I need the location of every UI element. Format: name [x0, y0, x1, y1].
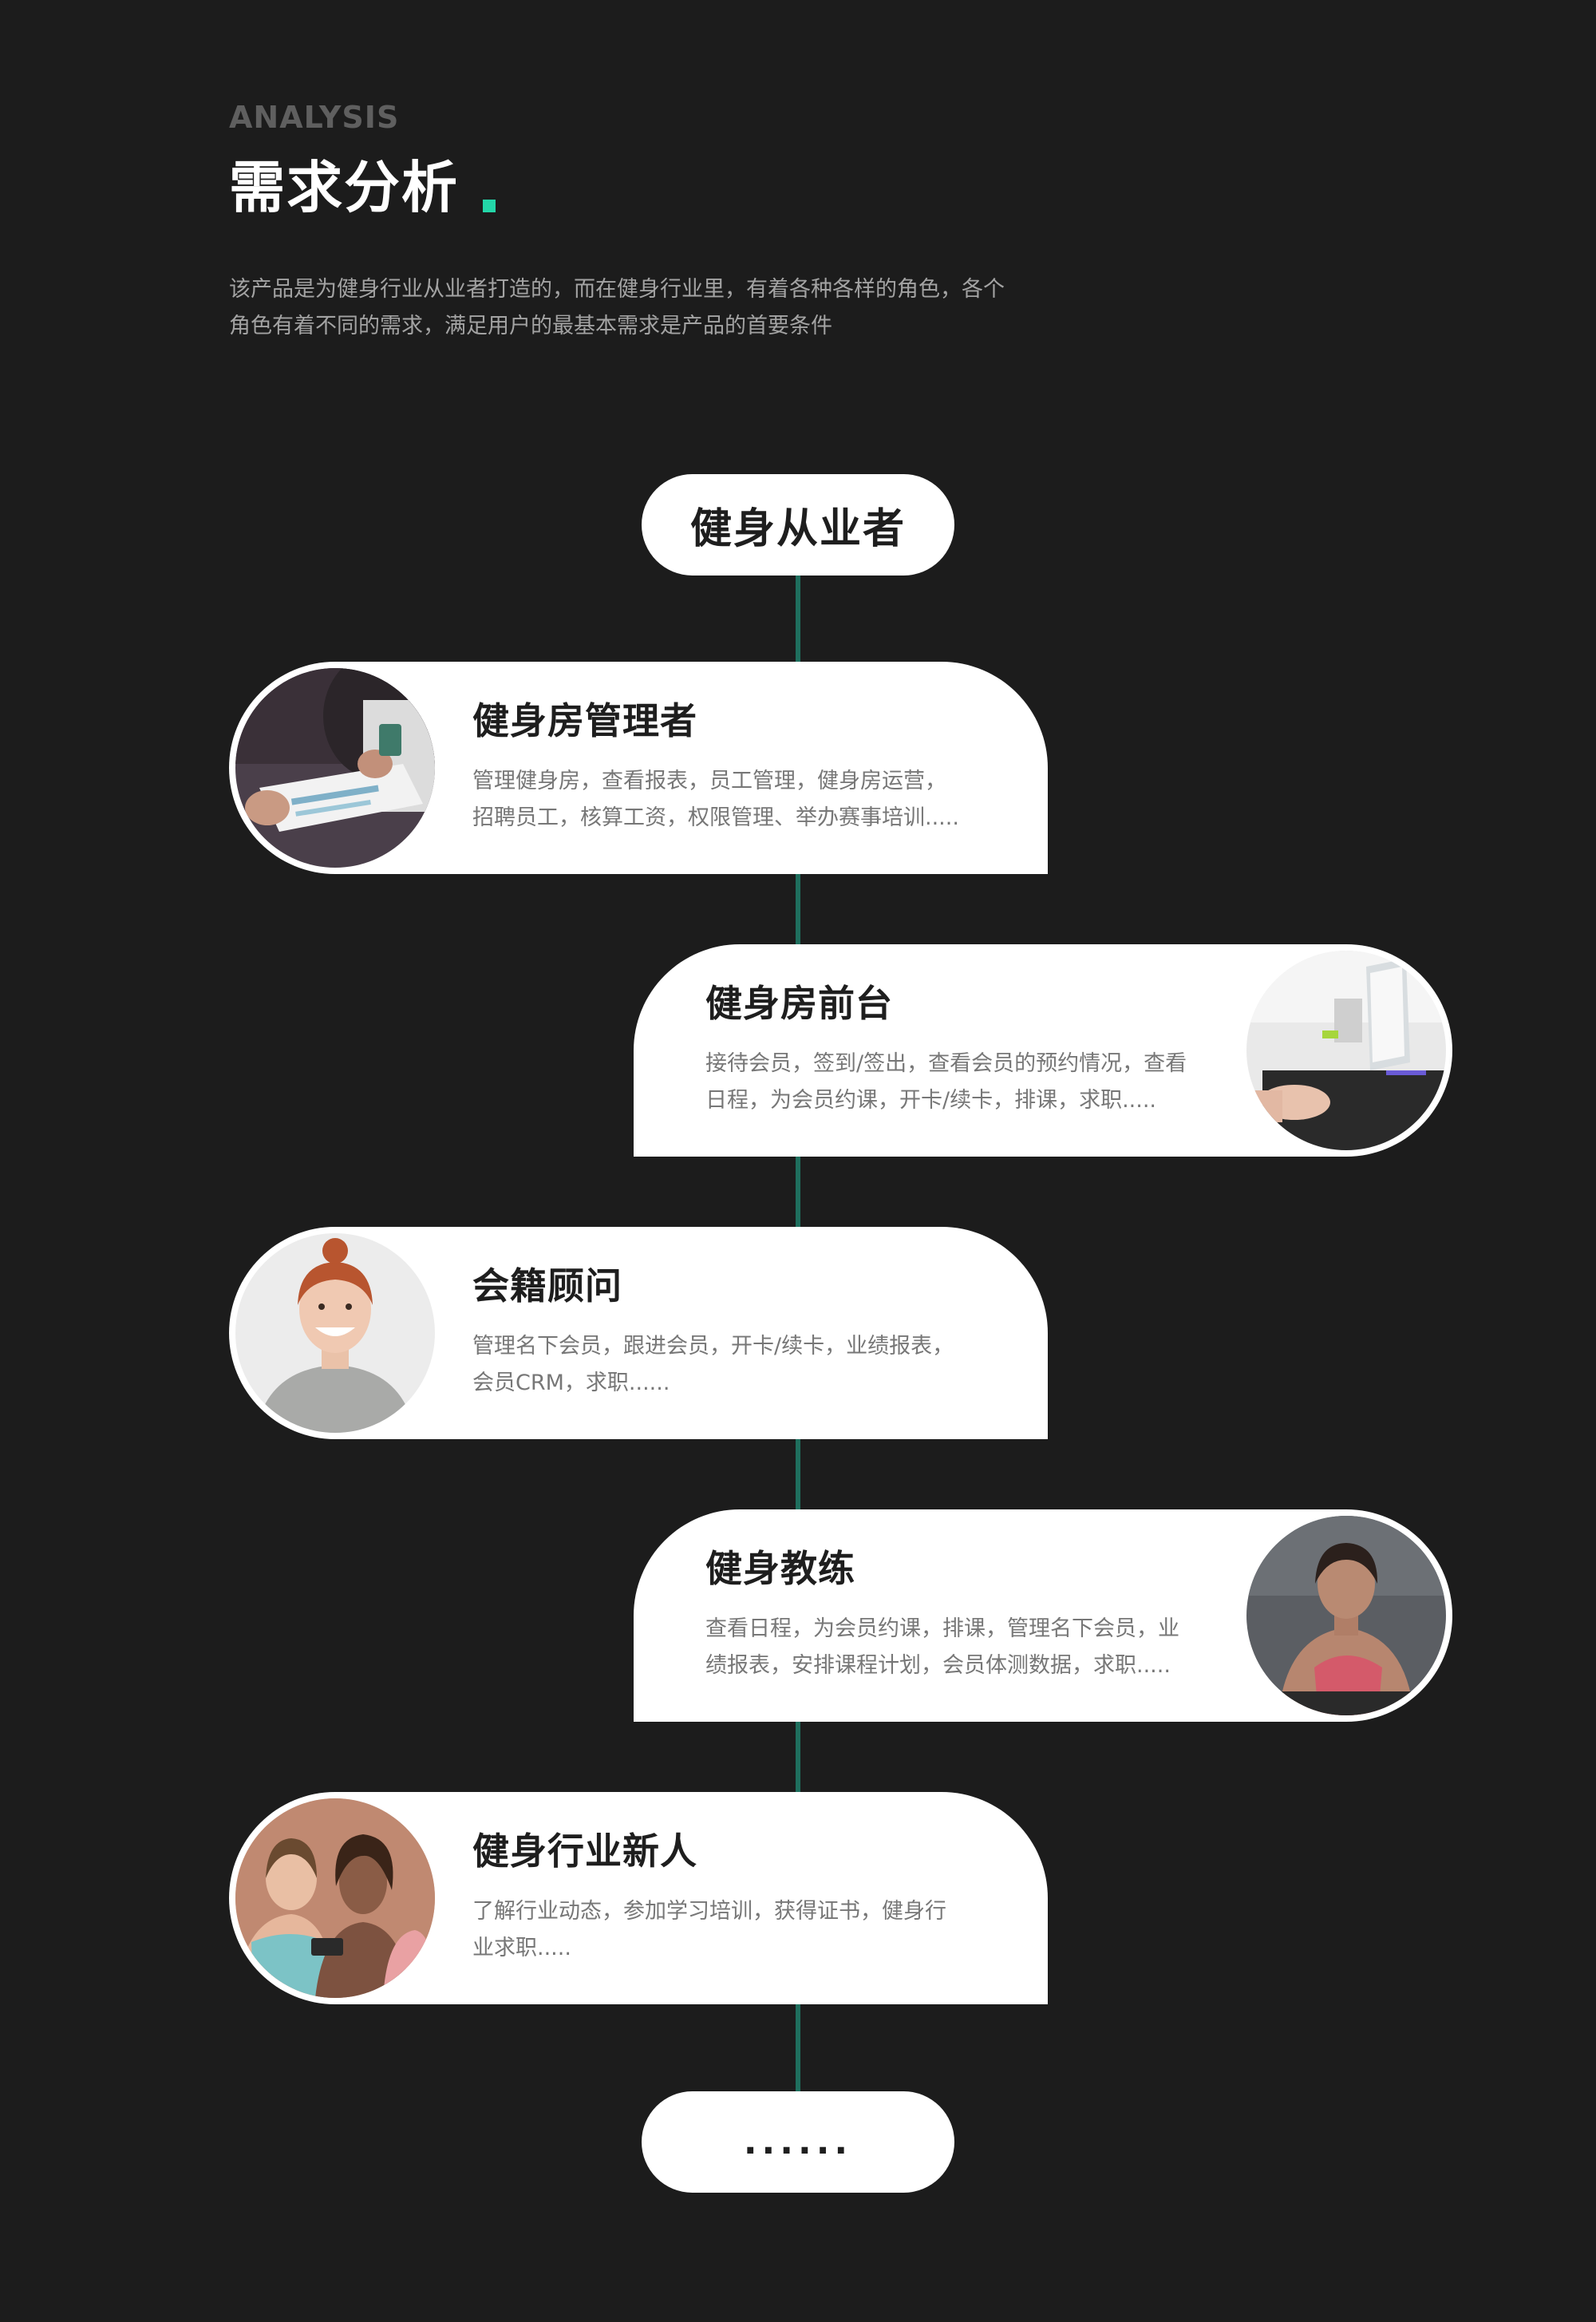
role-title: 会籍顾问: [472, 1264, 622, 1307]
role-text: 健身房管理者 管理健身房，查看报表，员工管理，健身房运营， 招聘员工，核算工资，…: [472, 700, 983, 837]
role-description-line: 招聘员工，核算工资，权限管理、举办赛事培训.....: [472, 805, 959, 830]
role-description-line: 接待会员，签到/签出，查看会员的预约情况，查看: [705, 1050, 1187, 1076]
role-text: 健身房前台 接待会员，签到/签出，查看会员的预约情况，查看 日程，为会员约课，开…: [705, 983, 1216, 1119]
membership-consultant-photo: [235, 1233, 435, 1433]
role-card-front-desk: 健身房前台 接待会员，签到/签出，查看会员的预约情况，查看 日程，为会员约课，开…: [634, 944, 1452, 1157]
role-text: 健身行业新人 了解行业动态，参加学习培训，获得证书，健身行 业求职.....: [472, 1830, 983, 1967]
page-title: 需求分析: [229, 155, 459, 220]
role-text: 会籍顾问 管理名下会员，跟进会员，开卡/续卡，业绩报表， 会员CRM，求职...…: [472, 1265, 983, 1402]
role-description: 接待会员，签到/签出，查看会员的预约情况，查看 日程，为会员约课，开卡/续卡，排…: [705, 1046, 1216, 1119]
role-description-line: 管理健身房，查看报表，员工管理，健身房运营，: [472, 768, 946, 793]
role-card-fitness-trainer: 健身教练 查看日程，为会员约课，排课，管理名下会员，业 绩报表，安排课程计划，会…: [634, 1509, 1452, 1722]
role-card-membership-consultant: 会籍顾问 管理名下会员，跟进会员，开卡/续卡，业绩报表， 会员CRM，求职...…: [229, 1227, 1048, 1439]
role-text: 健身教练 查看日程，为会员约课，排课，管理名下会员，业 绩报表，安排课程计划，会…: [705, 1548, 1216, 1684]
gym-manager-photo: [235, 668, 435, 868]
role-description-line: 管理名下会员，跟进会员，开卡/续卡，业绩报表，: [472, 1333, 954, 1359]
role-title: 健身教练: [705, 1547, 855, 1590]
role-description-line: 日程，为会员约课，开卡/续卡，排课，求职.....: [705, 1087, 1157, 1113]
eyebrow-label: ANALYSIS: [229, 100, 400, 135]
intro-line: 该产品是为健身行业从业者打造的，而在健身行业里，有着各种各样的角色，各个: [229, 277, 1005, 302]
role-description: 管理名下会员，跟进会员，开卡/续卡，业绩报表， 会员CRM，求职......: [472, 1328, 983, 1402]
role-description: 查看日程，为会员约课，排课，管理名下会员，业 绩报表，安排课程计划，会员体测数据…: [705, 1611, 1216, 1684]
role-description-line: 了解行业动态，参加学习培训，获得证书，健身行: [472, 1898, 946, 1924]
role-description-line: 业求职.....: [472, 1935, 571, 1960]
industry-newcomer-photo: [235, 1798, 435, 1998]
role-description-line: 会员CRM，求职......: [472, 1370, 670, 1395]
intro-line: 角色有着不同的需求，满足用户的最基本需求是产品的首要条件: [229, 314, 832, 338]
page-title-row: 需求分析: [229, 160, 496, 216]
fitness-trainer-photo: [1246, 1516, 1446, 1715]
role-description: 管理健身房，查看报表，员工管理，健身房运营， 招聘员工，核算工资，权限管理、举办…: [472, 763, 983, 837]
more-roles-node: ......: [642, 2091, 954, 2193]
role-description-line: 绩报表，安排课程计划，会员体测数据，求职.....: [705, 1652, 1171, 1678]
role-card-gym-manager: 健身房管理者 管理健身房，查看报表，员工管理，健身房运营， 招聘员工，核算工资，…: [229, 662, 1048, 874]
intro-paragraph: 该产品是为健身行业从业者打造的，而在健身行业里，有着各种各样的角色，各个 角色有…: [229, 271, 1035, 345]
front-desk-photo: [1246, 951, 1446, 1150]
accent-square: [483, 200, 496, 212]
role-description-line: 查看日程，为会员约课，排课，管理名下会员，业: [705, 1616, 1179, 1641]
root-node: 健身从业者: [642, 474, 954, 576]
role-description: 了解行业动态，参加学习培训，获得证书，健身行 业求职.....: [472, 1893, 983, 1967]
role-card-industry-newcomer: 健身行业新人 了解行业动态，参加学习培训，获得证书，健身行 业求职.....: [229, 1792, 1048, 2004]
role-title: 健身行业新人: [472, 1830, 697, 1873]
role-title: 健身房前台: [705, 982, 893, 1025]
role-title: 健身房管理者: [472, 699, 697, 742]
